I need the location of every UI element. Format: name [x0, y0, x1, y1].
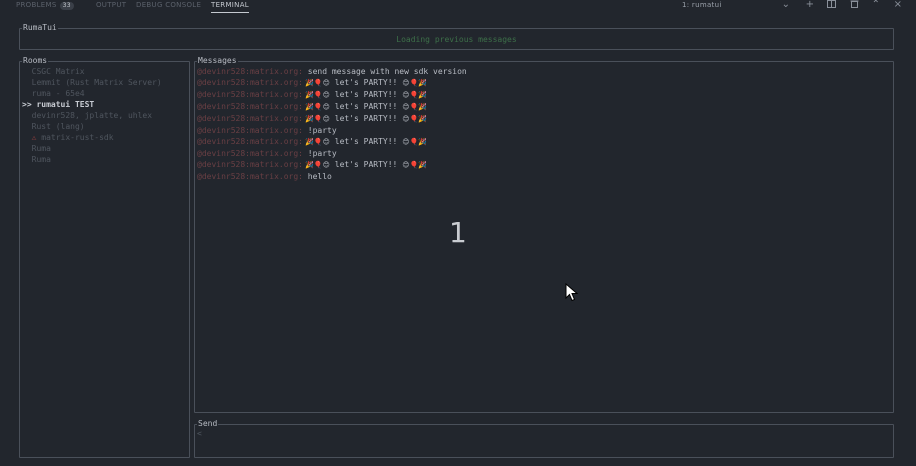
party-emoji: 😊🎈🎉 — [402, 103, 427, 111]
party-emoji: 🎉🎈😊 — [302, 138, 330, 146]
app-title: RumaTui — [22, 23, 58, 33]
party-emoji: 🎉🎈😊 — [302, 161, 330, 169]
header-box: RumaTui Loading previous messages — [19, 23, 894, 50]
send-input[interactable]: < — [197, 429, 202, 438]
split-icon[interactable] — [825, 0, 837, 11]
close-icon[interactable]: × — [892, 0, 904, 11]
message-row: @devinr528:matrix.org: !party — [197, 148, 467, 159]
tab-debug-console[interactable]: DEBUG CONSOLE — [136, 1, 201, 12]
message-sender: @devinr528:matrix.org: — [197, 160, 303, 169]
send-panel[interactable]: Send < — [194, 419, 894, 458]
message-sender: @devinr528:matrix.org: — [197, 149, 303, 158]
message-sender: @devinr528:matrix.org: — [197, 102, 303, 111]
party-emoji: 😊🎈🎉 — [402, 79, 427, 87]
room-item[interactable]: Ruma — [22, 143, 162, 154]
rooms-panel: Rooms CSGC Matrix Lemmit (Rust Matrix Se… — [19, 56, 190, 458]
tab-problems[interactable]: PROBLEMS 33 — [16, 1, 74, 12]
message-sender: @devinr528:matrix.org: — [197, 90, 303, 99]
message-body: send message with new sdk version — [302, 67, 467, 76]
room-item[interactable]: CSGC Matrix — [22, 66, 162, 77]
rooms-title: Rooms — [22, 56, 49, 66]
message-body: !party — [302, 149, 337, 158]
overlay-number: 1 — [449, 216, 467, 249]
room-label: matrix-rust-sdk — [41, 133, 114, 142]
party-emoji: 😊🎈🎉 — [402, 138, 427, 146]
room-item[interactable]: Lemmit (Rust Matrix Server) — [22, 77, 162, 88]
message-sender: @devinr528:matrix.org: — [197, 126, 303, 135]
room-label: rumatui TEST — [36, 100, 95, 109]
warning-icon: ⚠ — [22, 133, 42, 142]
messages-panel: Messages @devinr528:matrix.org: send mes… — [194, 56, 894, 413]
status-text: Loading previous messages — [396, 35, 517, 44]
message-row: @devinr528:matrix.org: 🎉🎈😊 let's PARTY!!… — [197, 159, 467, 171]
message-row: @devinr528:matrix.org: 🎉🎈😊 let's PARTY!!… — [197, 101, 467, 113]
party-emoji: 🎉🎈😊 — [302, 115, 330, 123]
selection-marker: >> — [22, 100, 37, 109]
message-body: !party — [302, 126, 337, 135]
party-emoji: 🎉🎈😊 — [302, 91, 330, 99]
message-sender: @devinr528:matrix.org: — [197, 67, 303, 76]
message-row: @devinr528:matrix.org: 🎉🎈😊 let's PARTY!!… — [197, 113, 467, 125]
messages-list: @devinr528:matrix.org: send message with… — [197, 66, 467, 182]
message-row: @devinr528:matrix.org: 🎉🎈😊 let's PARTY!!… — [197, 89, 467, 101]
message-body: let's PARTY!! — [329, 160, 403, 169]
message-body: let's PARTY!! — [329, 137, 403, 146]
message-body: let's PARTY!! — [329, 102, 403, 111]
party-emoji: 🎉🎈😊 — [302, 103, 330, 111]
room-item[interactable]: devinr528, jplatte, uhlex — [22, 110, 162, 121]
room-item[interactable]: Rust (lang) — [22, 121, 162, 132]
message-sender: @devinr528:matrix.org: — [197, 78, 303, 87]
message-sender: @devinr528:matrix.org: — [197, 137, 303, 146]
room-item[interactable]: Ruma — [22, 154, 162, 165]
room-item[interactable]: ⚠ matrix-rust-sdk — [22, 132, 162, 143]
message-body: let's PARTY!! — [329, 78, 403, 87]
tab-output[interactable]: OUTPUT — [96, 1, 126, 12]
terminal-select[interactable]: 1: rumatui — [682, 1, 722, 9]
mouse-cursor-icon — [565, 283, 579, 302]
messages-title: Messages — [197, 56, 238, 66]
tab-terminal[interactable]: TERMINAL — [211, 1, 249, 13]
trash-icon[interactable] — [848, 0, 860, 11]
chevron-down-icon[interactable]: ⌄ — [780, 0, 792, 11]
party-emoji: 😊🎈🎉 — [402, 161, 427, 169]
problems-count-badge: 33 — [59, 2, 74, 10]
party-emoji: 😊🎈🎉 — [402, 91, 427, 99]
rooms-list: CSGC Matrix Lemmit (Rust Matrix Server) … — [22, 66, 162, 165]
plus-icon[interactable]: + — [804, 0, 816, 11]
message-body: hello — [302, 172, 332, 181]
tab-problems-label: PROBLEMS — [16, 1, 57, 9]
message-row: @devinr528:matrix.org: send message with… — [197, 66, 467, 77]
message-body: let's PARTY!! — [329, 90, 403, 99]
room-item[interactable]: ruma - 65e4 — [22, 88, 162, 99]
message-row: @devinr528:matrix.org: !party — [197, 125, 467, 136]
message-sender: @devinr528:matrix.org: — [197, 172, 303, 181]
message-sender: @devinr528:matrix.org: — [197, 114, 303, 123]
message-row: @devinr528:matrix.org: 🎉🎈😊 let's PARTY!!… — [197, 77, 467, 89]
message-row: @devinr528:matrix.org: 🎉🎈😊 let's PARTY!!… — [197, 136, 467, 148]
message-body: let's PARTY!! — [329, 114, 403, 123]
room-item-selected[interactable]: >> rumatui TEST — [22, 99, 162, 110]
send-title: Send — [197, 419, 219, 429]
chevron-up-icon[interactable]: ⌃ — [870, 0, 882, 11]
party-emoji: 😊🎈🎉 — [402, 115, 427, 123]
message-row: @devinr528:matrix.org: hello — [197, 171, 467, 182]
party-emoji: 🎉🎈😊 — [302, 79, 330, 87]
panel-tab-bar: PROBLEMS 33 OUTPUT DEBUG CONSOLE TERMINAL… — [0, 0, 916, 14]
